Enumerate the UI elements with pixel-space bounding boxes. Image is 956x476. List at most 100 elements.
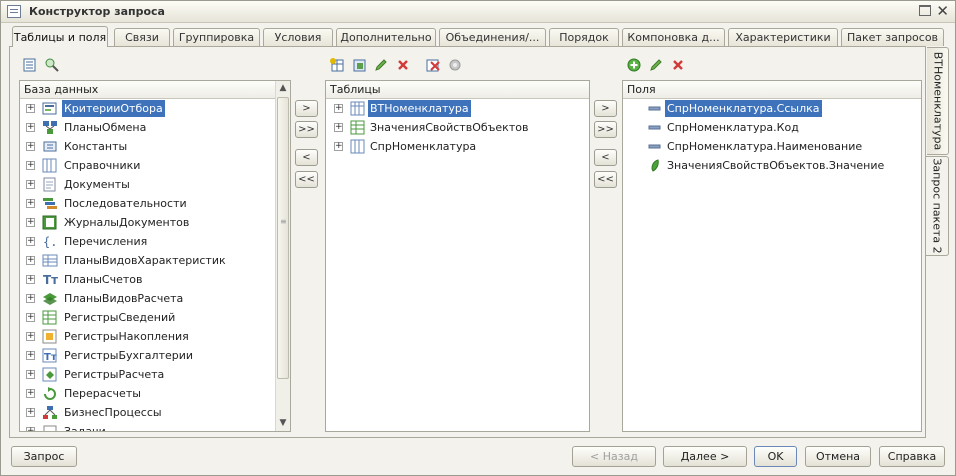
database-item[interactable]: + Документы	[20, 175, 290, 194]
add-table-button[interactable]: >	[295, 100, 318, 117]
ok-button[interactable]: OK	[754, 446, 797, 467]
expand-icon[interactable]: +	[26, 218, 35, 227]
table-item[interactable]: + ВТНоменклатура	[326, 99, 589, 118]
query-button[interactable]: Запрос	[11, 446, 77, 467]
edit-field-icon[interactable]	[647, 57, 665, 75]
tab-advanced[interactable]: Дополнительно	[336, 28, 436, 46]
expand-icon[interactable]: +	[26, 237, 35, 246]
scroll-down-icon[interactable]: ▼	[276, 416, 290, 431]
tab-conditions[interactable]: Условия	[263, 28, 333, 46]
expand-icon[interactable]: +	[26, 370, 35, 379]
expand-icon[interactable]: +	[26, 104, 35, 113]
list-view-icon[interactable]	[21, 57, 39, 75]
database-item[interactable]: + КритерииОтбора	[20, 99, 290, 118]
database-item[interactable]: + Перерасчеты	[20, 384, 290, 403]
expand-icon[interactable]: +	[26, 427, 35, 431]
expand-icon[interactable]: +	[26, 389, 35, 398]
add-table-icon[interactable]	[328, 57, 346, 75]
database-item-label: РегистрыСведений	[64, 311, 176, 324]
table-icon	[350, 120, 366, 135]
grip-icon: ≡	[280, 217, 287, 226]
database-item[interactable]: + ЖурналыДокументов	[20, 213, 290, 232]
close-icon[interactable]: ✕	[936, 2, 949, 20]
cancel-button[interactable]: Отмена	[805, 446, 871, 467]
database-item[interactable]: + ПланыВидовХарактеристик	[20, 251, 290, 270]
add-all-tables-button[interactable]: >>	[295, 121, 318, 138]
fields-tree: СпрНоменклатура.Ссылка СпрНоменклатура.Ко…	[623, 99, 921, 175]
table-item[interactable]: + ЗначенияСвойствОбъектов	[326, 118, 589, 137]
side-tab-batch-query-2[interactable]: Запрос пакета 2	[925, 156, 949, 256]
database-item[interactable]: + РегистрыРасчета	[20, 365, 290, 384]
table-item[interactable]: + СпрНоменклатура	[326, 137, 589, 156]
database-item[interactable]: + РегистрыНакопления	[20, 327, 290, 346]
scroll-up-icon[interactable]: ▲	[276, 81, 290, 96]
expand-icon[interactable]: +	[26, 180, 35, 189]
tab-query-batch[interactable]: Пакет запросов	[841, 28, 944, 46]
tab-order[interactable]: Порядок	[549, 28, 619, 46]
side-tab-temp-table[interactable]: ВТНоменклатура	[927, 47, 949, 155]
expand-icon[interactable]: +	[26, 351, 35, 360]
enums-icon: {..}	[42, 234, 72, 249]
database-item[interactable]: + ПланыВидовРасчета	[20, 289, 290, 308]
remove-table-button[interactable]: <	[295, 149, 318, 166]
database-item[interactable]: + ПланыОбмена	[20, 118, 290, 137]
expand-icon[interactable]: +	[26, 161, 35, 170]
tab-links[interactable]: Связи	[114, 28, 170, 46]
delete-table-icon[interactable]	[424, 57, 442, 75]
field-item[interactable]: СпрНоменклатура.Код	[623, 118, 921, 137]
delete-field-icon[interactable]	[669, 57, 687, 75]
expand-icon[interactable]: +	[26, 123, 35, 132]
expand-icon[interactable]: +	[26, 275, 35, 284]
tab-composition[interactable]: Компоновка д...	[622, 28, 725, 46]
expand-icon[interactable]: +	[334, 123, 343, 132]
database-item[interactable]: + Последовательности	[20, 194, 290, 213]
business-processes-icon	[42, 405, 58, 420]
help-button[interactable]: Справка	[879, 446, 945, 467]
database-item[interactable]: + Тт РегистрыБухгалтерии	[20, 346, 290, 365]
database-item[interactable]: + РегистрыСведений	[20, 308, 290, 327]
tab-tables-and-fields[interactable]: Таблицы и поля	[12, 26, 108, 47]
remove-all-fields-button[interactable]: <<	[594, 171, 617, 188]
add-field-icon[interactable]	[625, 57, 643, 75]
expand-icon[interactable]: +	[26, 199, 35, 208]
database-item[interactable]: + Справочники	[20, 156, 290, 175]
tab-characteristics[interactable]: Характеристики	[728, 28, 838, 46]
field-item[interactable]: ЗначенияСвойствОбъектов.Значение	[623, 156, 921, 175]
delete-icon[interactable]	[394, 57, 412, 75]
add-field-button[interactable]: >	[594, 100, 617, 117]
next-button[interactable]: Далее >	[663, 446, 747, 467]
database-item[interactable]: + {..} Перечисления	[20, 232, 290, 251]
add-all-fields-button[interactable]: >>	[594, 121, 617, 138]
edit-icon[interactable]	[372, 57, 390, 75]
chart-of-characteristic-types-icon	[42, 253, 58, 268]
expand-icon[interactable]: +	[26, 142, 35, 151]
database-item[interactable]: + Задачи	[20, 422, 290, 431]
expand-icon[interactable]: +	[26, 294, 35, 303]
chart-of-accounts-icon: Тт	[42, 272, 58, 287]
tables-toolbar	[328, 57, 478, 75]
database-scrollbar[interactable]: ▲ ≡ ▼	[275, 81, 290, 431]
field-item[interactable]: СпрНоменклатура.Ссылка	[623, 99, 921, 118]
expand-icon[interactable]: +	[26, 332, 35, 341]
expand-icon[interactable]: +	[26, 256, 35, 265]
expand-icon[interactable]: +	[334, 104, 343, 113]
find-icon[interactable]	[43, 57, 61, 75]
database-item[interactable]: + Тт ПланыСчетов	[20, 270, 290, 289]
field-item[interactable]: СпрНоменклатура.Наименование	[623, 137, 921, 156]
remove-field-button[interactable]: <	[594, 149, 617, 166]
settings-icon[interactable]	[446, 57, 464, 75]
maximize-icon[interactable]	[919, 5, 931, 16]
calculation-registers-icon	[42, 367, 58, 382]
database-item[interactable]: + БизнесПроцессы	[20, 403, 290, 422]
remove-all-tables-button[interactable]: <<	[295, 171, 318, 188]
tab-grouping[interactable]: Группировка	[173, 28, 260, 46]
accounting-registers-icon: Тт	[42, 348, 58, 363]
scroll-thumb[interactable]	[277, 97, 289, 379]
back-button[interactable]: < Назад	[572, 446, 656, 467]
expand-icon[interactable]: +	[26, 408, 35, 417]
tab-unions[interactable]: Объединения/...	[439, 28, 546, 46]
expand-icon[interactable]: +	[26, 313, 35, 322]
database-item[interactable]: + Константы	[20, 137, 290, 156]
expand-icon[interactable]: +	[334, 142, 343, 151]
add-nested-table-icon[interactable]	[350, 57, 368, 75]
